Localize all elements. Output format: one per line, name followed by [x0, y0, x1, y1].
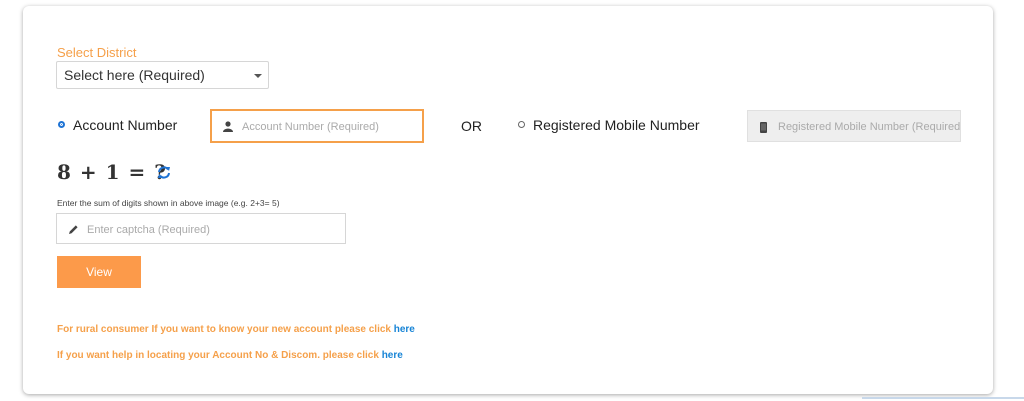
- mobile-number-input[interactable]: Registered Mobile Number (Required): [747, 110, 961, 142]
- rural-consumer-text: For rural consumer If you want to know y…: [57, 324, 394, 335]
- account-help-note: If you want help in locating your Accoun…: [57, 350, 403, 361]
- account-number-placeholder: Account Number (Required): [242, 121, 379, 133]
- captcha-hint: Enter the sum of digits shown in above i…: [57, 198, 280, 208]
- phone-icon: [760, 122, 767, 133]
- view-button[interactable]: View: [57, 256, 141, 288]
- user-icon: [223, 121, 233, 132]
- captcha-image: 8 + 1 = ?: [57, 160, 167, 184]
- account-number-input[interactable]: Account Number (Required): [210, 109, 424, 143]
- mobile-number-radio-label[interactable]: Registered Mobile Number: [533, 117, 700, 133]
- captcha-placeholder: Enter captcha (Required): [87, 224, 210, 236]
- district-select[interactable]: Select here (Required): [56, 61, 269, 89]
- account-number-radio-label[interactable]: Account Number: [73, 117, 177, 133]
- account-number-radio[interactable]: [58, 121, 65, 128]
- chevron-down-icon: [254, 74, 262, 78]
- pencil-icon: [69, 225, 78, 234]
- district-label: Select District: [57, 45, 137, 60]
- account-help-text: If you want help in locating your Accoun…: [57, 350, 382, 361]
- rural-consumer-link[interactable]: here: [394, 324, 415, 335]
- account-help-link[interactable]: here: [382, 350, 403, 361]
- refresh-icon[interactable]: [157, 166, 171, 179]
- district-select-value: Select here (Required): [64, 67, 205, 83]
- captcha-input[interactable]: Enter captcha (Required): [56, 213, 346, 244]
- or-separator: OR: [461, 118, 482, 134]
- mobile-number-radio[interactable]: [518, 121, 525, 128]
- mobile-number-placeholder: Registered Mobile Number (Required): [778, 121, 961, 133]
- divider: [862, 397, 1024, 399]
- rural-consumer-note: For rural consumer If you want to know y…: [57, 324, 415, 335]
